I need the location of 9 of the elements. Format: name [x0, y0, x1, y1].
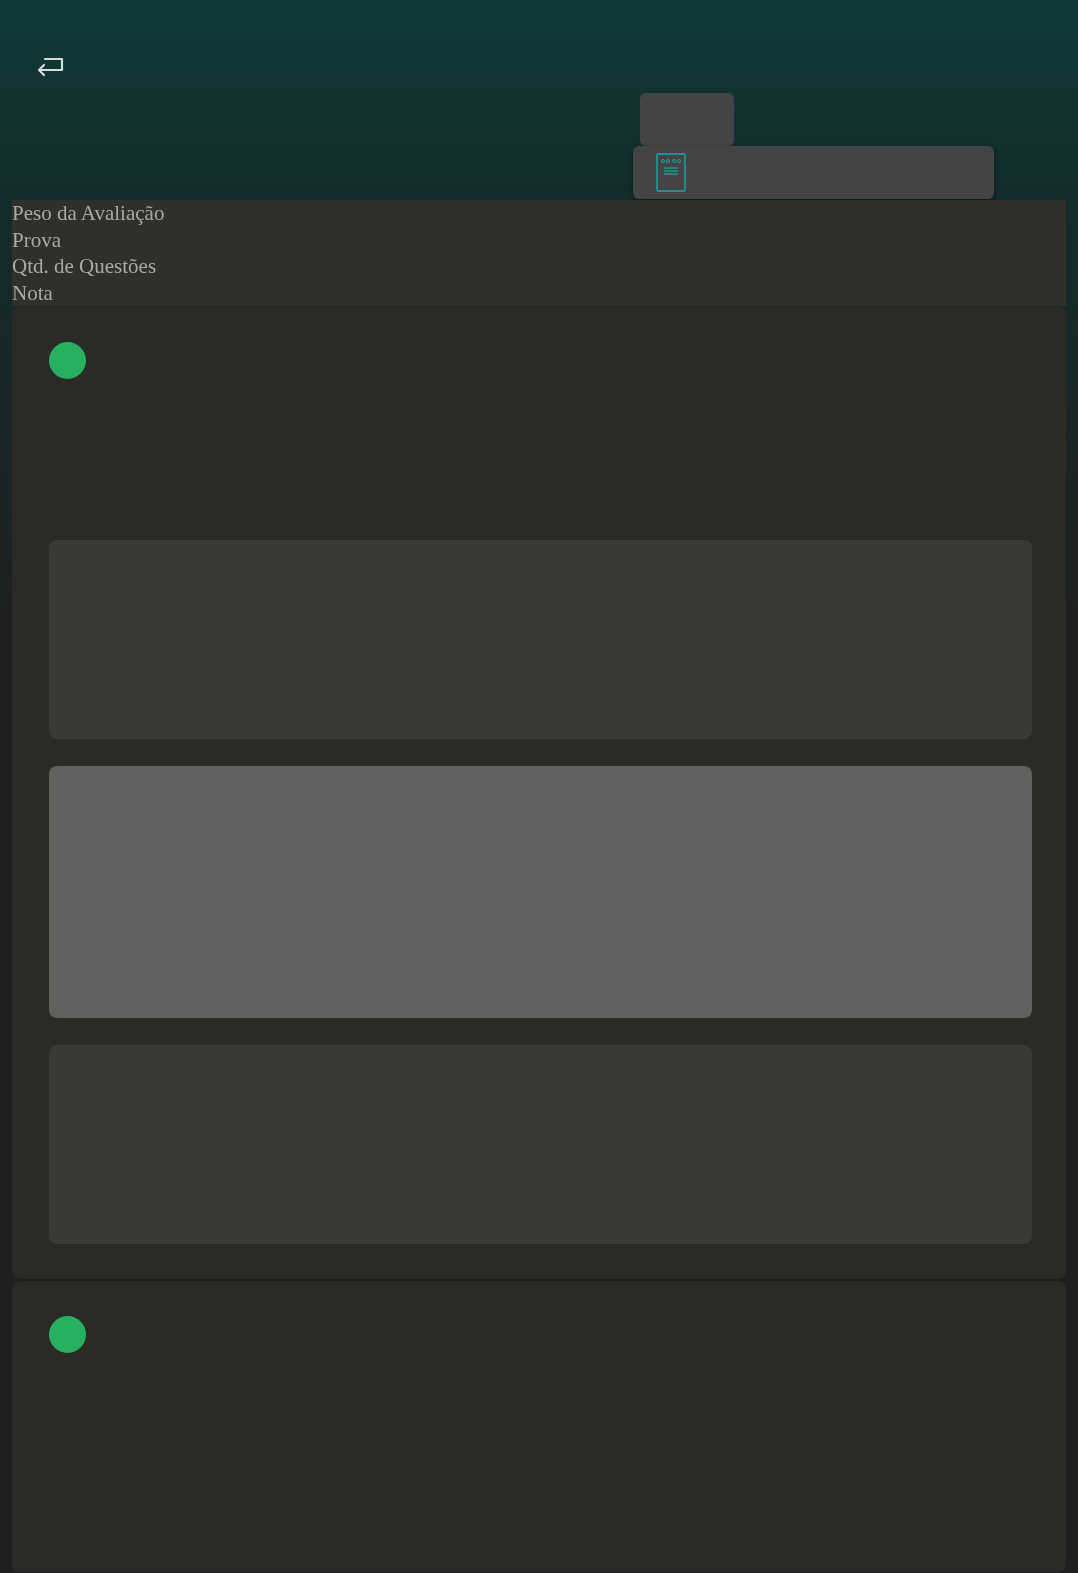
notepad-icon [656, 153, 686, 192]
field-label: Peso da Avaliação [12, 200, 165, 227]
back-button[interactable] [35, 56, 65, 78]
return-arrow-icon [35, 56, 65, 78]
field-label: Qtd. de Questões [12, 253, 157, 280]
field-label: Prova [12, 226, 61, 253]
field-label: Nota [12, 279, 53, 306]
menu-tab[interactable] [640, 93, 734, 146]
answer-option[interactable] [49, 766, 1032, 1018]
